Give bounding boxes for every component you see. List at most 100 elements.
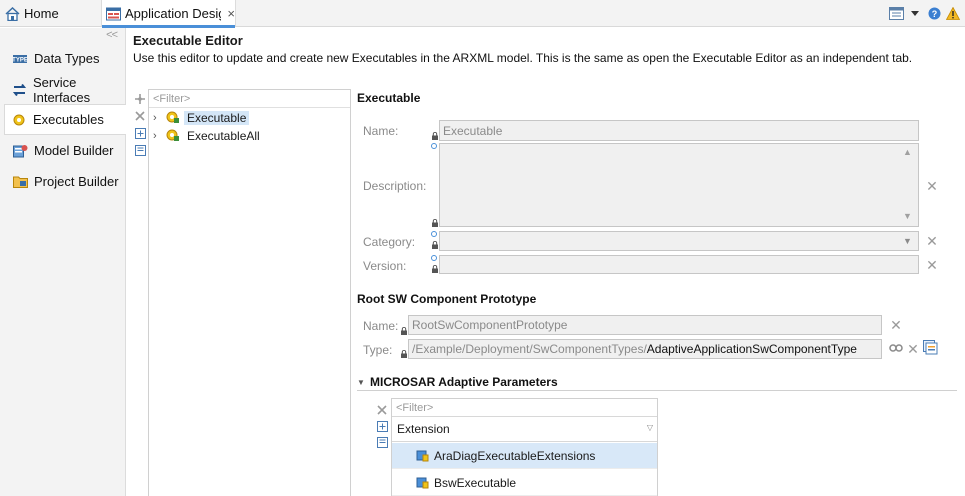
tree-toolbar [133, 91, 147, 159]
expand-all-icon[interactable] [375, 419, 389, 433]
collapse-all-icon[interactable] [133, 142, 147, 158]
page-title: Executable Editor [133, 33, 243, 48]
tree-item-label: ExecutableAll [187, 128, 260, 143]
add-icon[interactable] [133, 91, 147, 107]
warning-icon[interactable] [945, 5, 961, 21]
close-tab-icon[interactable]: × [227, 6, 235, 21]
category-dropdown[interactable] [439, 231, 919, 251]
clear-root-name-icon[interactable]: ✕ [889, 318, 903, 332]
delete-icon[interactable] [375, 403, 389, 417]
link-icon[interactable] [889, 342, 903, 354]
nav-item-service-interfaces[interactable]: Service Interfaces [6, 74, 124, 105]
executable-icon [165, 111, 181, 125]
collapse-all-icon[interactable] [375, 435, 389, 449]
root-type-label: Type: [363, 343, 393, 357]
tab-toolbar: ? [888, 5, 961, 21]
extension-filter-input[interactable] [392, 399, 657, 417]
root-type-field[interactable]: /Example/Deployment/SwComponentTypes/Ada… [408, 339, 882, 359]
extension-column-header[interactable]: Extension ▽ [392, 417, 657, 442]
editor-tab-bar: Home Application Design Center × ? [0, 0, 965, 28]
lock-icon [401, 350, 407, 358]
clear-category-icon[interactable]: ✕ [925, 234, 939, 248]
lock-icon [432, 219, 438, 227]
delete-icon[interactable] [133, 108, 147, 124]
executable-icon [165, 129, 181, 143]
nav-item-label: Project Builder [34, 174, 119, 189]
lock-icon [432, 132, 438, 140]
tab-application-design-center-label: Application Design Center [125, 6, 221, 21]
expand-all-icon[interactable] [133, 125, 147, 141]
nav-item-label: Data Types [34, 51, 100, 66]
nav-item-project-builder[interactable]: Project Builder [6, 166, 124, 197]
info-indicator-icon [431, 255, 437, 261]
service-interfaces-icon [12, 82, 27, 98]
tab-home-label: Home [24, 6, 59, 21]
chevron-right-icon[interactable]: › [153, 112, 165, 124]
section-divider [357, 390, 957, 391]
table-row[interactable]: AraDiagExecutableExtensions [392, 443, 657, 469]
dropdown-arrow-icon[interactable] [907, 5, 923, 21]
nav-item-label: Model Builder [34, 143, 114, 158]
scroll-up-icon[interactable]: ▲ [903, 147, 912, 157]
browse-type-icon[interactable] [923, 340, 938, 355]
left-navigation: << TYPE Data Types Service Interfaces Ex… [0, 28, 126, 496]
category-label: Category: [363, 235, 416, 249]
chevron-down-icon[interactable]: ▼ [903, 236, 912, 246]
tree-item-executableall[interactable]: › ExecutableAll [153, 127, 263, 144]
executables-icon [11, 112, 27, 128]
name-field[interactable]: Executable [439, 120, 919, 141]
clear-root-type-icon[interactable]: ✕ [906, 342, 920, 356]
lock-icon [432, 241, 438, 249]
nav-item-model-builder[interactable]: Model Builder [6, 135, 124, 166]
svg-text:TYPE: TYPE [13, 57, 27, 63]
root-name-label: Name: [363, 319, 399, 333]
project-builder-icon [12, 174, 28, 190]
view-menu-icon[interactable] [888, 5, 904, 21]
microsar-section-title: MICROSAR Adaptive Parameters [370, 375, 558, 389]
collapse-nav-button[interactable]: << [106, 29, 118, 41]
lock-icon [432, 265, 438, 273]
page-description: Use this editor to update and create new… [133, 51, 913, 65]
nav-item-label: Executables [33, 112, 104, 127]
extension-table: Extension ▽ AraDiagExecutableExtensions … [391, 398, 658, 496]
description-label: Description: [363, 179, 427, 193]
description-field[interactable] [439, 143, 919, 227]
type-path-text: /Example/Deployment/SwComponentTypes/ [412, 342, 647, 356]
data-types-icon: TYPE [12, 51, 28, 67]
nav-item-data-types[interactable]: TYPE Data Types [6, 43, 124, 74]
column-header-label: Extension [397, 422, 450, 436]
sort-icon[interactable]: ▽ [647, 423, 653, 432]
lock-icon [401, 327, 407, 335]
microsar-section-header[interactable]: ▼ MICROSAR Adaptive Parameters [357, 375, 558, 389]
tree-filter-input[interactable] [149, 90, 350, 108]
executable-section-title: Executable [357, 91, 421, 105]
root-name-field[interactable]: RootSwComponentPrototype [408, 315, 882, 335]
root-sw-section-title: Root SW Component Prototype [357, 292, 537, 306]
tree-item-label: Executable [184, 110, 250, 125]
type-name-text: AdaptiveApplicationSwComponentType [646, 342, 857, 356]
extension-toolbar [375, 403, 389, 451]
executables-tree: › Executable › ExecutableAll [148, 89, 351, 496]
scroll-down-icon[interactable]: ▼ [903, 211, 912, 221]
version-field[interactable] [439, 255, 919, 274]
application-design-center-icon [106, 6, 121, 22]
extension-icon [414, 449, 430, 463]
nav-item-executables[interactable]: Executables [4, 104, 126, 135]
table-row[interactable]: BswExecutable [392, 470, 657, 496]
chevron-down-icon[interactable]: ▼ [357, 378, 367, 387]
help-icon[interactable]: ? [926, 5, 942, 21]
nav-item-label: Service Interfaces [33, 74, 91, 105]
tab-application-design-center[interactable]: Application Design Center × [101, 0, 236, 28]
info-indicator-icon [431, 143, 437, 149]
svg-text:?: ? [931, 9, 937, 19]
clear-version-icon[interactable]: ✕ [925, 258, 939, 272]
version-label: Version: [363, 259, 407, 273]
home-icon [4, 6, 20, 22]
name-label: Name: [363, 124, 399, 138]
chevron-right-icon[interactable]: › [153, 130, 165, 142]
tree-item-executable[interactable]: › Executable [153, 109, 250, 126]
tab-home[interactable]: Home [2, 0, 100, 27]
model-builder-icon [12, 143, 28, 159]
row-label: AraDiagExecutableExtensions [434, 448, 596, 463]
clear-description-icon[interactable]: ✕ [925, 179, 939, 193]
